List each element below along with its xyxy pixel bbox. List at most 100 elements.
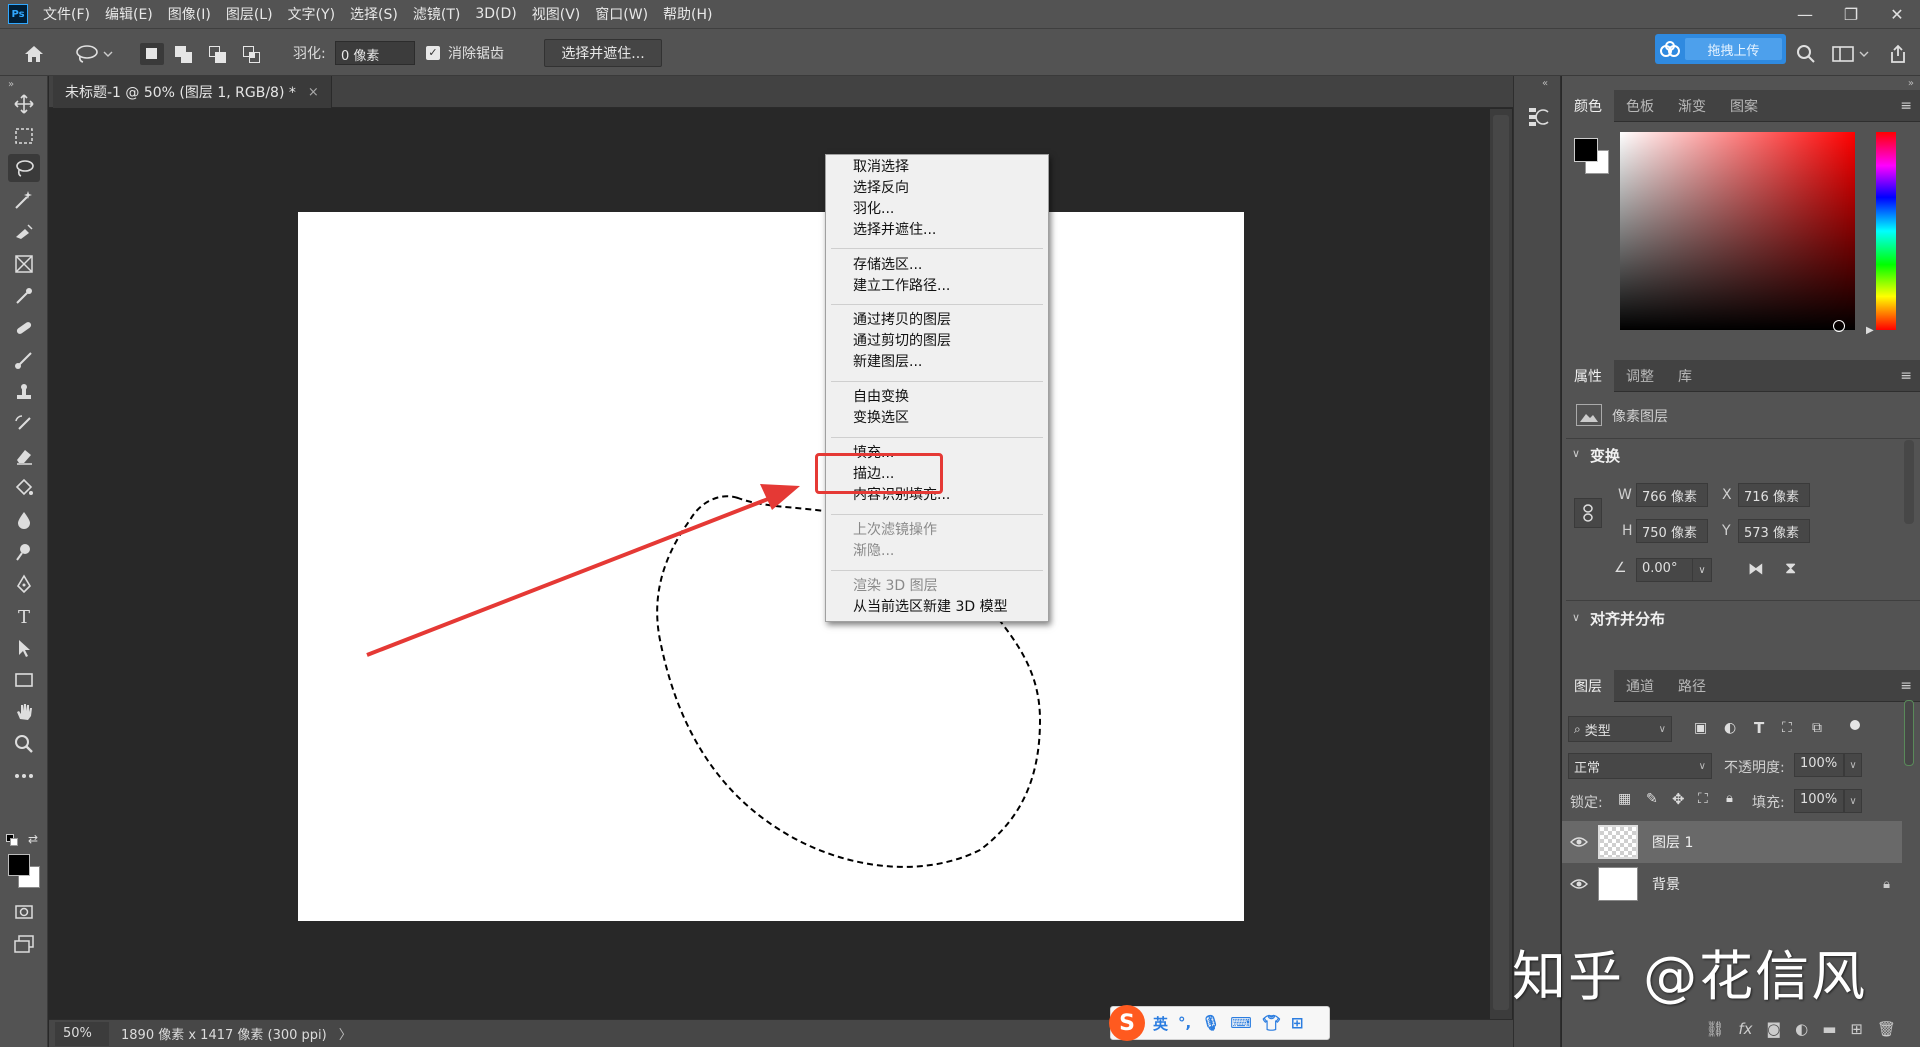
x-field[interactable]: 716 像素 [1738,483,1810,507]
home-icon[interactable] [20,41,48,67]
new-selection-mode[interactable] [140,43,164,65]
hand-tool-icon[interactable] [8,698,40,726]
filter-type-icon[interactable]: T [1754,719,1764,737]
intersect-selection-mode[interactable] [240,43,264,65]
collapse-icon[interactable]: » [8,79,14,90]
screen-mode-icon[interactable] [8,930,40,958]
rectangle-tool-icon[interactable] [8,666,40,694]
layer-row-background[interactable]: 背景 🔒︎ [1562,863,1902,905]
tab-layers[interactable]: 图层 [1562,669,1614,702]
search-icon[interactable] [1792,41,1820,67]
type-tool-icon[interactable]: T [8,602,40,630]
menu-3d[interactable]: 3D(D) [475,6,516,22]
menu-help[interactable]: 帮助(H) [663,4,712,24]
tab-patterns[interactable]: 图案 [1718,90,1770,122]
adjustment-layer-icon[interactable]: ◐ [1795,1020,1808,1038]
path-selection-tool-icon[interactable] [8,634,40,662]
properties-scrollbar[interactable] [1904,440,1914,524]
object-selection-tool-icon[interactable] [8,218,40,246]
swap-colors-icon[interactable]: ⇄ [28,832,38,846]
default-colors-icon[interactable] [6,834,20,846]
ctx-transform-selection[interactable]: 变换选区 [853,408,909,428]
tab-gradients[interactable]: 渐变 [1666,90,1718,122]
history-brush-tool-icon[interactable] [8,410,40,438]
ctx-new-layer[interactable]: 新建图层... [853,352,922,372]
ctx-feather[interactable]: 羽化... [853,199,894,219]
keyboard-icon[interactable]: ⌨ [1230,1014,1252,1032]
marquee-tool-icon[interactable] [8,122,40,150]
status-menu-arrow[interactable]: 〉 [339,1024,352,1043]
opacity-dropdown-icon[interactable]: ∨ [1844,753,1862,777]
chevron-down-icon[interactable]: ∨ [1572,447,1580,460]
paint-bucket-tool-icon[interactable] [8,474,40,502]
zoom-field[interactable]: 50% [55,1021,109,1046]
document-canvas[interactable] [298,212,1244,921]
hue-slider-handle[interactable]: ▶ [1866,325,1874,336]
visibility-eye-icon[interactable] [1562,878,1596,890]
close-window-button[interactable]: ✕ [1874,0,1920,28]
flip-vertical-icon[interactable]: ⧗ [1785,558,1796,578]
microphone-icon[interactable]: 🎙︎ [1201,1014,1220,1032]
crop-frame-tool-icon[interactable] [8,250,40,278]
ctx-deselect[interactable]: 取消选择 [853,157,909,177]
more-tools-icon[interactable] [8,762,40,790]
tab-channels[interactable]: 通道 [1614,670,1666,702]
toolbox-icon[interactable]: ⊞ [1291,1014,1304,1032]
ctx-select-inverse[interactable]: 选择反向 [853,178,909,198]
pen-tool-icon[interactable] [8,570,40,598]
chevron-down-icon[interactable]: ∨ [1572,611,1580,624]
ctx-new-3d-model[interactable]: 从当前选区新建 3D 模型 [853,597,1008,617]
tab-swatches[interactable]: 色板 [1614,90,1666,122]
add-selection-mode[interactable] [172,43,196,65]
zoom-tool-icon[interactable] [8,730,40,758]
antialias-checkbox[interactable]: ✓ [426,46,440,60]
magic-wand-tool-icon[interactable] [8,186,40,214]
link-dimensions-icon[interactable] [1574,498,1602,528]
foreground-color-swatch[interactable] [8,854,30,876]
clone-stamp-tool-icon[interactable] [8,378,40,406]
document-tab[interactable]: 未标题-1 @ 50% (图层 1, RGB/8) * × [53,76,332,108]
collapse-icon[interactable]: » [1908,78,1914,89]
vertical-scrollbar-thumb[interactable] [1493,115,1509,1010]
collapse-icon[interactable]: « [1542,78,1548,89]
color-picker-cursor[interactable] [1833,320,1845,332]
select-and-mask-button[interactable]: 选择并遮住... [544,39,662,67]
move-tool-icon[interactable] [8,90,40,118]
menu-type[interactable]: 文字(Y) [288,4,335,24]
lock-artboard-icon[interactable]: ⛶ [1698,791,1708,807]
menu-image[interactable]: 图像(I) [168,4,211,24]
filter-shape-icon[interactable]: ⛶ [1782,720,1792,736]
healing-brush-tool-icon[interactable] [8,314,40,342]
layers-scrollbar[interactable] [1904,700,1914,766]
ime-mode[interactable]: 英 [1153,1013,1168,1034]
filter-adjustment-icon[interactable]: ◐ [1724,720,1736,736]
filter-toggle-icon[interactable] [1850,720,1860,730]
angle-field[interactable]: 0.00° [1636,558,1694,582]
blend-mode-select[interactable]: 正常 ∨ [1568,753,1712,779]
menu-view[interactable]: 视图(V) [532,4,581,24]
filter-pixel-icon[interactable]: ▣ [1694,720,1707,736]
fill-field[interactable]: 100% [1794,789,1844,813]
lock-image-icon[interactable]: ✎ [1646,791,1658,807]
brush-tool-icon[interactable] [8,346,40,374]
tab-adjustments[interactable]: 调整 [1614,360,1666,392]
menu-filter[interactable]: 滤镜(T) [413,4,460,24]
upload-button[interactable]: 拖拽上传 [1655,34,1786,64]
panel-menu-icon[interactable]: ≡ [1900,678,1912,694]
history-panel-icon[interactable] [1526,104,1552,130]
menu-layer[interactable]: 图层(L) [226,4,273,24]
visibility-eye-icon[interactable] [1562,836,1596,848]
menu-edit[interactable]: 编辑(E) [105,4,153,24]
menu-file[interactable]: 文件(F) [43,4,90,24]
sogou-logo[interactable]: S [1109,1005,1145,1041]
skin-icon[interactable]: 👕︎ [1262,1014,1281,1032]
ctx-make-work-path[interactable]: 建立工作路径... [853,276,950,296]
close-tab-icon[interactable]: × [308,85,319,100]
new-layer-icon[interactable]: ⊞ [1850,1020,1863,1038]
delete-layer-icon[interactable]: 🗑︎ [1877,1020,1896,1038]
menu-select[interactable]: 选择(S) [350,4,398,24]
add-mask-icon[interactable]: ◙ [1767,1020,1782,1038]
tab-color[interactable]: 颜色 [1562,89,1614,122]
angle-dropdown-icon[interactable]: ∨ [1692,558,1712,582]
foreground-color-swatch[interactable] [1574,138,1598,162]
